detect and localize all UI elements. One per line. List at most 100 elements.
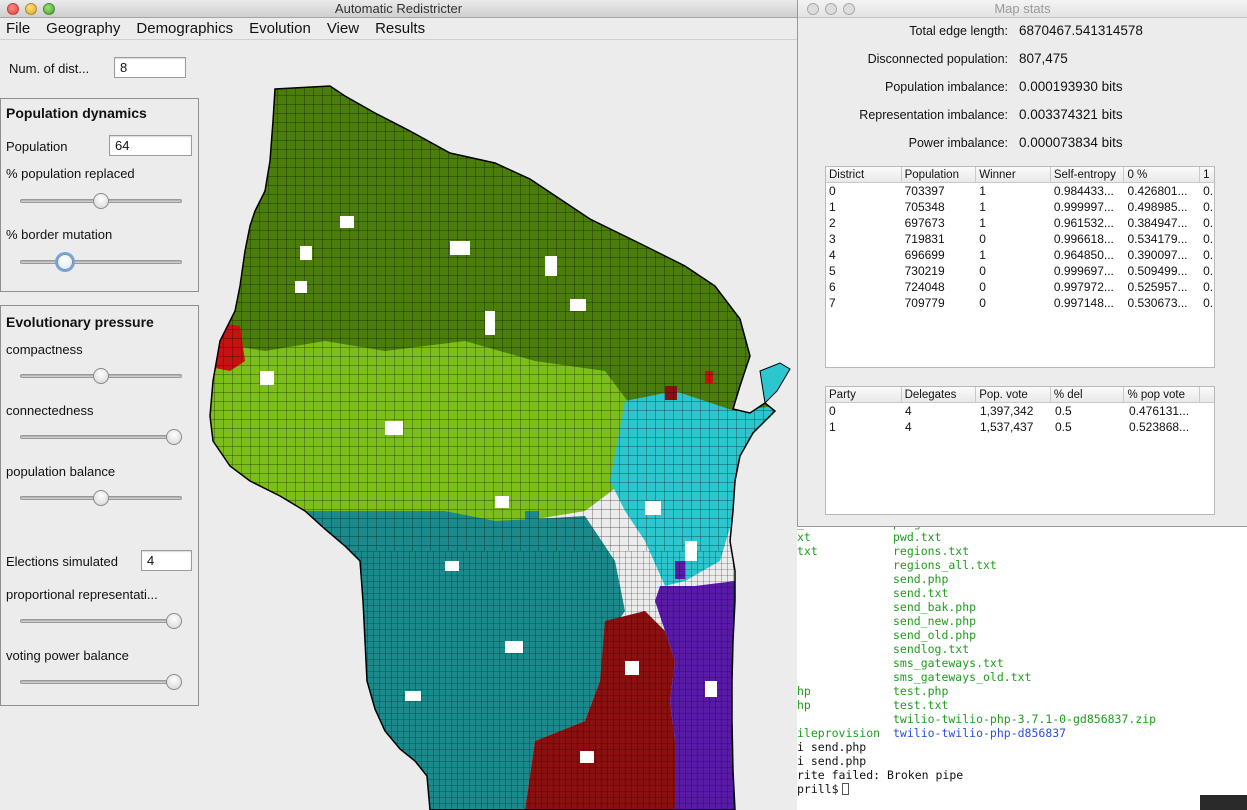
unassigned-area	[625, 661, 639, 675]
population-label: Population	[6, 139, 68, 154]
table-cell: 0.498985...	[1127, 200, 1188, 214]
table-cell: 0.961532...	[1053, 216, 1114, 230]
table-cell: 0.964850...	[1053, 248, 1114, 262]
border-mutation-slider[interactable]	[20, 252, 182, 272]
table-cell: 0.997972...	[1053, 280, 1114, 294]
column-header[interactable]: Delegates	[902, 387, 977, 402]
stat-label: Population imbalance:	[885, 80, 1008, 94]
table-row[interactable]: 5 730219 0 0.999697... 0.509499... 0.	[826, 263, 1214, 279]
table-row[interactable]: 0 703397 1 0.984433... 0.426801... 0.	[826, 183, 1214, 199]
close-window-button[interactable]	[807, 3, 819, 15]
table-row[interactable]: 7 709779 0 0.997148... 0.530673... 0.	[826, 295, 1214, 311]
table-cell: 0	[979, 280, 986, 294]
population-field[interactable]: 64	[109, 135, 192, 156]
term-left-line: txt	[797, 544, 818, 558]
column-header[interactable]: Winner	[976, 167, 1051, 182]
table-cell: 0.530673...	[1127, 296, 1188, 310]
minimize-window-button[interactable]	[825, 3, 837, 15]
party-table[interactable]: Party Delegates Pop. vote % del % pop vo…	[825, 386, 1215, 515]
table-cell: 730219	[904, 264, 945, 278]
table-cell: 0.	[1203, 200, 1214, 214]
term-file: send_old.php	[893, 628, 977, 642]
proportional-slider[interactable]	[20, 611, 182, 631]
slider-thumb[interactable]	[166, 674, 182, 690]
slider-track	[20, 680, 182, 684]
table-cell: 1,397,342	[980, 404, 1034, 418]
table-cell: 3	[829, 232, 836, 246]
unassigned-area	[405, 691, 421, 701]
table-cell: 697673	[904, 216, 945, 230]
unassigned-area	[485, 311, 495, 335]
table-cell: 724048	[904, 280, 945, 294]
term-prompt[interactable]: prill$	[797, 782, 849, 796]
column-header[interactable]: District	[826, 167, 902, 182]
unassigned-area	[505, 641, 523, 653]
column-header[interactable]: % pop vote	[1124, 387, 1201, 402]
slider-thumb[interactable]	[93, 193, 109, 209]
table-row[interactable]: 4 696699 1 0.964850... 0.390097... 0.	[826, 247, 1214, 263]
slider-thumb[interactable]	[93, 490, 109, 506]
window-controls	[7, 3, 55, 15]
district-table[interactable]: District Population Winner Self-entropy …	[825, 166, 1215, 368]
zoom-window-button[interactable]	[43, 3, 55, 15]
compactness-slider[interactable]	[20, 366, 182, 386]
menu-evolution[interactable]: Evolution	[241, 18, 319, 39]
column-header[interactable]: 1	[1200, 167, 1214, 182]
district-map-svg[interactable]	[205, 41, 797, 810]
control-panel: Num. of dist... 8 Population dynamics Po…	[0, 41, 205, 810]
table-row[interactable]: 1 705348 1 0.999997... 0.498985... 0.	[826, 199, 1214, 215]
menu-demographics[interactable]: Demographics	[128, 18, 241, 39]
voting-power-label: voting power balance	[6, 648, 129, 663]
table-cell: 0.	[1203, 280, 1214, 294]
table-cell: 2	[829, 216, 836, 230]
column-header[interactable]: % del	[1051, 387, 1125, 402]
table-cell: 1	[979, 200, 986, 214]
slider-track	[20, 435, 182, 439]
party-rows: 0 4 1,397,342 0.5 0.476131... 1 4 1,537,437 0.5 0…	[826, 403, 1214, 435]
column-header[interactable]: Population	[902, 167, 977, 182]
column-header[interactable]: 0 %	[1124, 167, 1201, 182]
table-row[interactable]: 2 697673 1 0.961532... 0.384947... 0.	[826, 215, 1214, 231]
num-districts-field[interactable]: 8	[114, 57, 186, 78]
table-row[interactable]: 0 4 1,397,342 0.5 0.476131...	[826, 403, 1214, 419]
zoom-window-button[interactable]	[843, 3, 855, 15]
minimize-window-button[interactable]	[25, 3, 37, 15]
table-row[interactable]: 3 719831 0 0.996618... 0.534179... 0.	[826, 231, 1214, 247]
unassigned-area	[580, 751, 594, 763]
population-balance-slider[interactable]	[20, 488, 182, 508]
column-header[interactable]: Pop. vote	[976, 387, 1051, 402]
table-cell: 703397	[904, 184, 945, 198]
pct-replaced-slider[interactable]	[20, 191, 182, 211]
connectedness-slider[interactable]	[20, 427, 182, 447]
column-header[interactable]: Party	[826, 387, 902, 402]
table-cell: 0.5	[1055, 420, 1072, 434]
table-cell: 1	[979, 216, 986, 230]
table-row[interactable]: 6 724048 0 0.997972... 0.525957... 0.	[826, 279, 1214, 295]
menu-results[interactable]: Results	[367, 18, 433, 39]
slider-thumb[interactable]	[56, 254, 73, 270]
population-dynamics-group: Population dynamics Population 64 % popu…	[0, 98, 199, 292]
slider-thumb[interactable]	[166, 613, 182, 629]
menu-bar: File Geography Demographics Evolution Vi…	[0, 18, 797, 40]
elections-field[interactable]: 4	[141, 550, 192, 571]
unassigned-area	[340, 216, 354, 228]
table-cell: 705348	[904, 200, 945, 214]
table-cell: 0.390097...	[1127, 248, 1188, 262]
table-cell: 0.525957...	[1127, 280, 1188, 294]
unassigned-area	[300, 246, 312, 260]
table-cell: 0.523868...	[1129, 420, 1190, 434]
menu-geography[interactable]: Geography	[38, 18, 128, 39]
slider-thumb[interactable]	[166, 429, 182, 445]
column-header[interactable]: Self-entropy	[1051, 167, 1125, 182]
table-row[interactable]: 1 4 1,537,437 0.5 0.523868...	[826, 419, 1214, 435]
slider-thumb[interactable]	[93, 368, 109, 384]
township-grid	[210, 86, 775, 551]
voting-power-slider[interactable]	[20, 672, 182, 692]
party-table-header: Party Delegates Pop. vote % del % pop vo…	[826, 387, 1214, 403]
menu-view[interactable]: View	[319, 18, 367, 39]
menu-file[interactable]: File	[0, 18, 38, 39]
district-map[interactable]	[205, 41, 797, 810]
term-file: test.php	[893, 684, 949, 698]
unassigned-area	[705, 681, 717, 697]
close-window-button[interactable]	[7, 3, 19, 15]
